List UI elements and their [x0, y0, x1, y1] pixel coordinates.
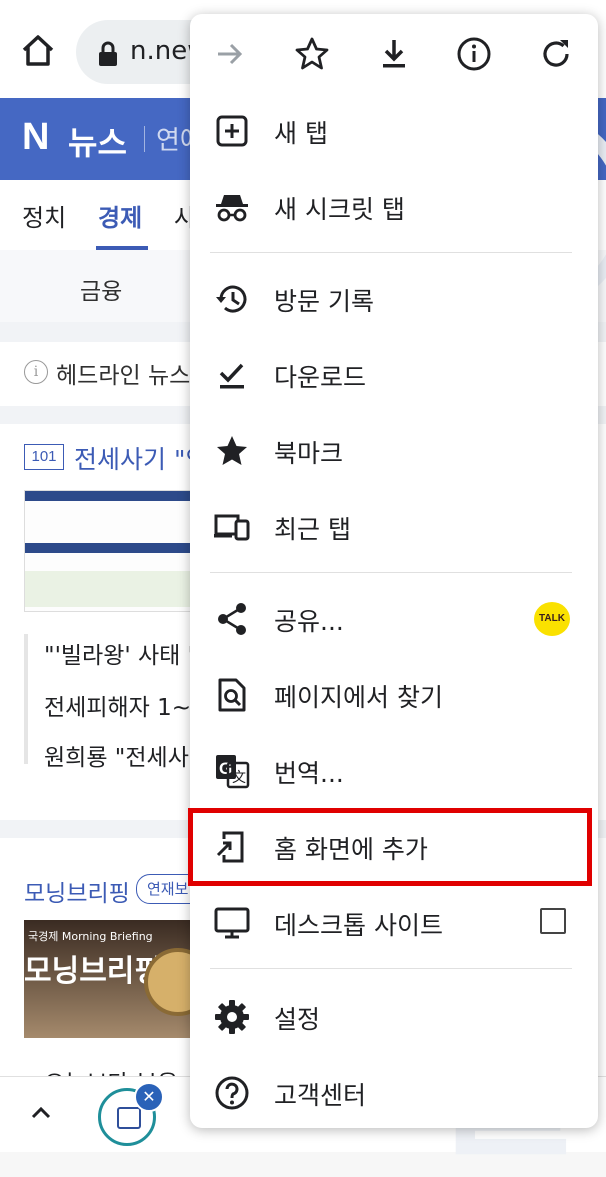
translate-icon: G 文 [216, 755, 250, 789]
browser-menu: 새 탭 새 시크릿 탭 방문 기록 다운로드 북마크 최근 탭 공유... TA… [190, 14, 598, 1128]
related-news-item[interactable]: 전세피해자 1~2 [44, 688, 206, 722]
menu-item-label: 최근 탭 [274, 515, 351, 544]
menu-divider [210, 572, 572, 573]
share-icon [218, 603, 246, 635]
news-cluster-title[interactable]: 전세사기 "인 [74, 440, 208, 476]
desktop-site-checkbox[interactable] [540, 908, 566, 934]
menu-item-label: 번역... [274, 759, 344, 788]
close-badge-icon[interactable]: ✕ [134, 1082, 164, 1112]
incognito-icon [216, 195, 248, 222]
downloads-icon [219, 363, 244, 389]
menu-item-settings[interactable]: 설정 [190, 980, 598, 1054]
naver-news-title[interactable]: 뉴스 [68, 118, 127, 164]
highlight-box [188, 808, 592, 886]
desktop-icon [214, 907, 250, 939]
home-icon[interactable] [18, 30, 58, 70]
menu-item-label: 새 시크릿 탭 [274, 195, 405, 224]
menu-item-label: 공유... [274, 607, 344, 636]
forward-icon[interactable] [210, 34, 250, 74]
lock-icon [99, 41, 117, 66]
menu-item-label: 페이지에서 찾기 [274, 683, 443, 712]
news-badge: 101 [24, 444, 64, 470]
reload-icon[interactable] [536, 34, 576, 74]
menu-item-history[interactable]: 방문 기록 [190, 262, 598, 336]
menu-item-incognito[interactable]: 새 시크릿 탭 [190, 170, 598, 244]
new-tab-icon [216, 115, 248, 147]
thumbnail-heading: 모닝브리핑 [24, 954, 162, 989]
related-news-bar [24, 634, 28, 764]
svg-text:文: 文 [232, 770, 246, 786]
menu-item-new-tab[interactable]: 새 탭 [190, 94, 598, 168]
info-icon[interactable]: i [24, 360, 48, 384]
chevron-up-icon[interactable] [26, 1098, 56, 1128]
history-icon [216, 285, 247, 313]
menu-toolbar [190, 14, 598, 96]
menu-item-label: 데스크톱 사이트 [274, 911, 443, 940]
download-icon[interactable] [374, 34, 414, 74]
recent-tabs-icon [214, 514, 250, 541]
menu-item-share[interactable]: 공유... TALK [190, 582, 598, 656]
menu-item-downloads[interactable]: 다운로드 [190, 338, 598, 412]
menu-item-label: 고객센터 [274, 1081, 367, 1110]
news-thumbnail[interactable] [24, 490, 201, 612]
star-icon [217, 436, 247, 465]
tab-politics[interactable]: 정치 [22, 198, 66, 233]
find-in-page-icon [218, 678, 246, 712]
menu-item-label: 설정 [274, 1005, 321, 1034]
menu-item-bookmarks[interactable]: 북마크 [190, 414, 598, 488]
bookmark-star-icon[interactable] [292, 34, 332, 74]
kakaotalk-icon[interactable]: TALK [534, 602, 570, 636]
naver-logo[interactable]: N [22, 116, 49, 159]
menu-item-recent-tabs[interactable]: 최근 탭 [190, 490, 598, 564]
settings-icon [215, 1000, 249, 1034]
bottom-strip [0, 1152, 606, 1177]
morning-briefing-title[interactable]: 모닝브리핑 [24, 874, 130, 908]
menu-item-desktop-site[interactable]: 데스크톱 사이트 [190, 886, 598, 960]
related-news-item[interactable]: 원희룡 "전세사 [44, 738, 189, 772]
subtab-finance[interactable]: 금융 [80, 272, 122, 306]
briefing-thumbnail[interactable]: 국경제 Morning Briefing 모닝브리핑 [24, 920, 194, 1038]
tab-economy[interactable]: 경제 [98, 198, 142, 233]
info-icon[interactable] [454, 34, 494, 74]
menu-item-help[interactable]: 고객센터 [190, 1056, 598, 1128]
help-icon [215, 1076, 249, 1110]
menu-item-label: 북마크 [274, 439, 344, 468]
menu-item-translate[interactable]: G 文 번역... [190, 734, 598, 808]
related-news-item[interactable]: "'빌라왕' 사태 ' [44, 636, 194, 670]
menu-item-label: 다운로드 [274, 363, 367, 392]
header-separator [144, 126, 145, 152]
menu-item-find-in-page[interactable]: 페이지에서 찾기 [190, 658, 598, 732]
menu-divider [210, 252, 572, 253]
headline-news-label: 헤드라인 뉴스 [56, 363, 191, 389]
menu-divider [210, 968, 572, 969]
menu-item-label: 방문 기록 [274, 287, 374, 316]
menu-item-label: 새 탭 [274, 119, 328, 148]
thumbnail-caption: 국경제 Morning Briefing [28, 930, 153, 943]
